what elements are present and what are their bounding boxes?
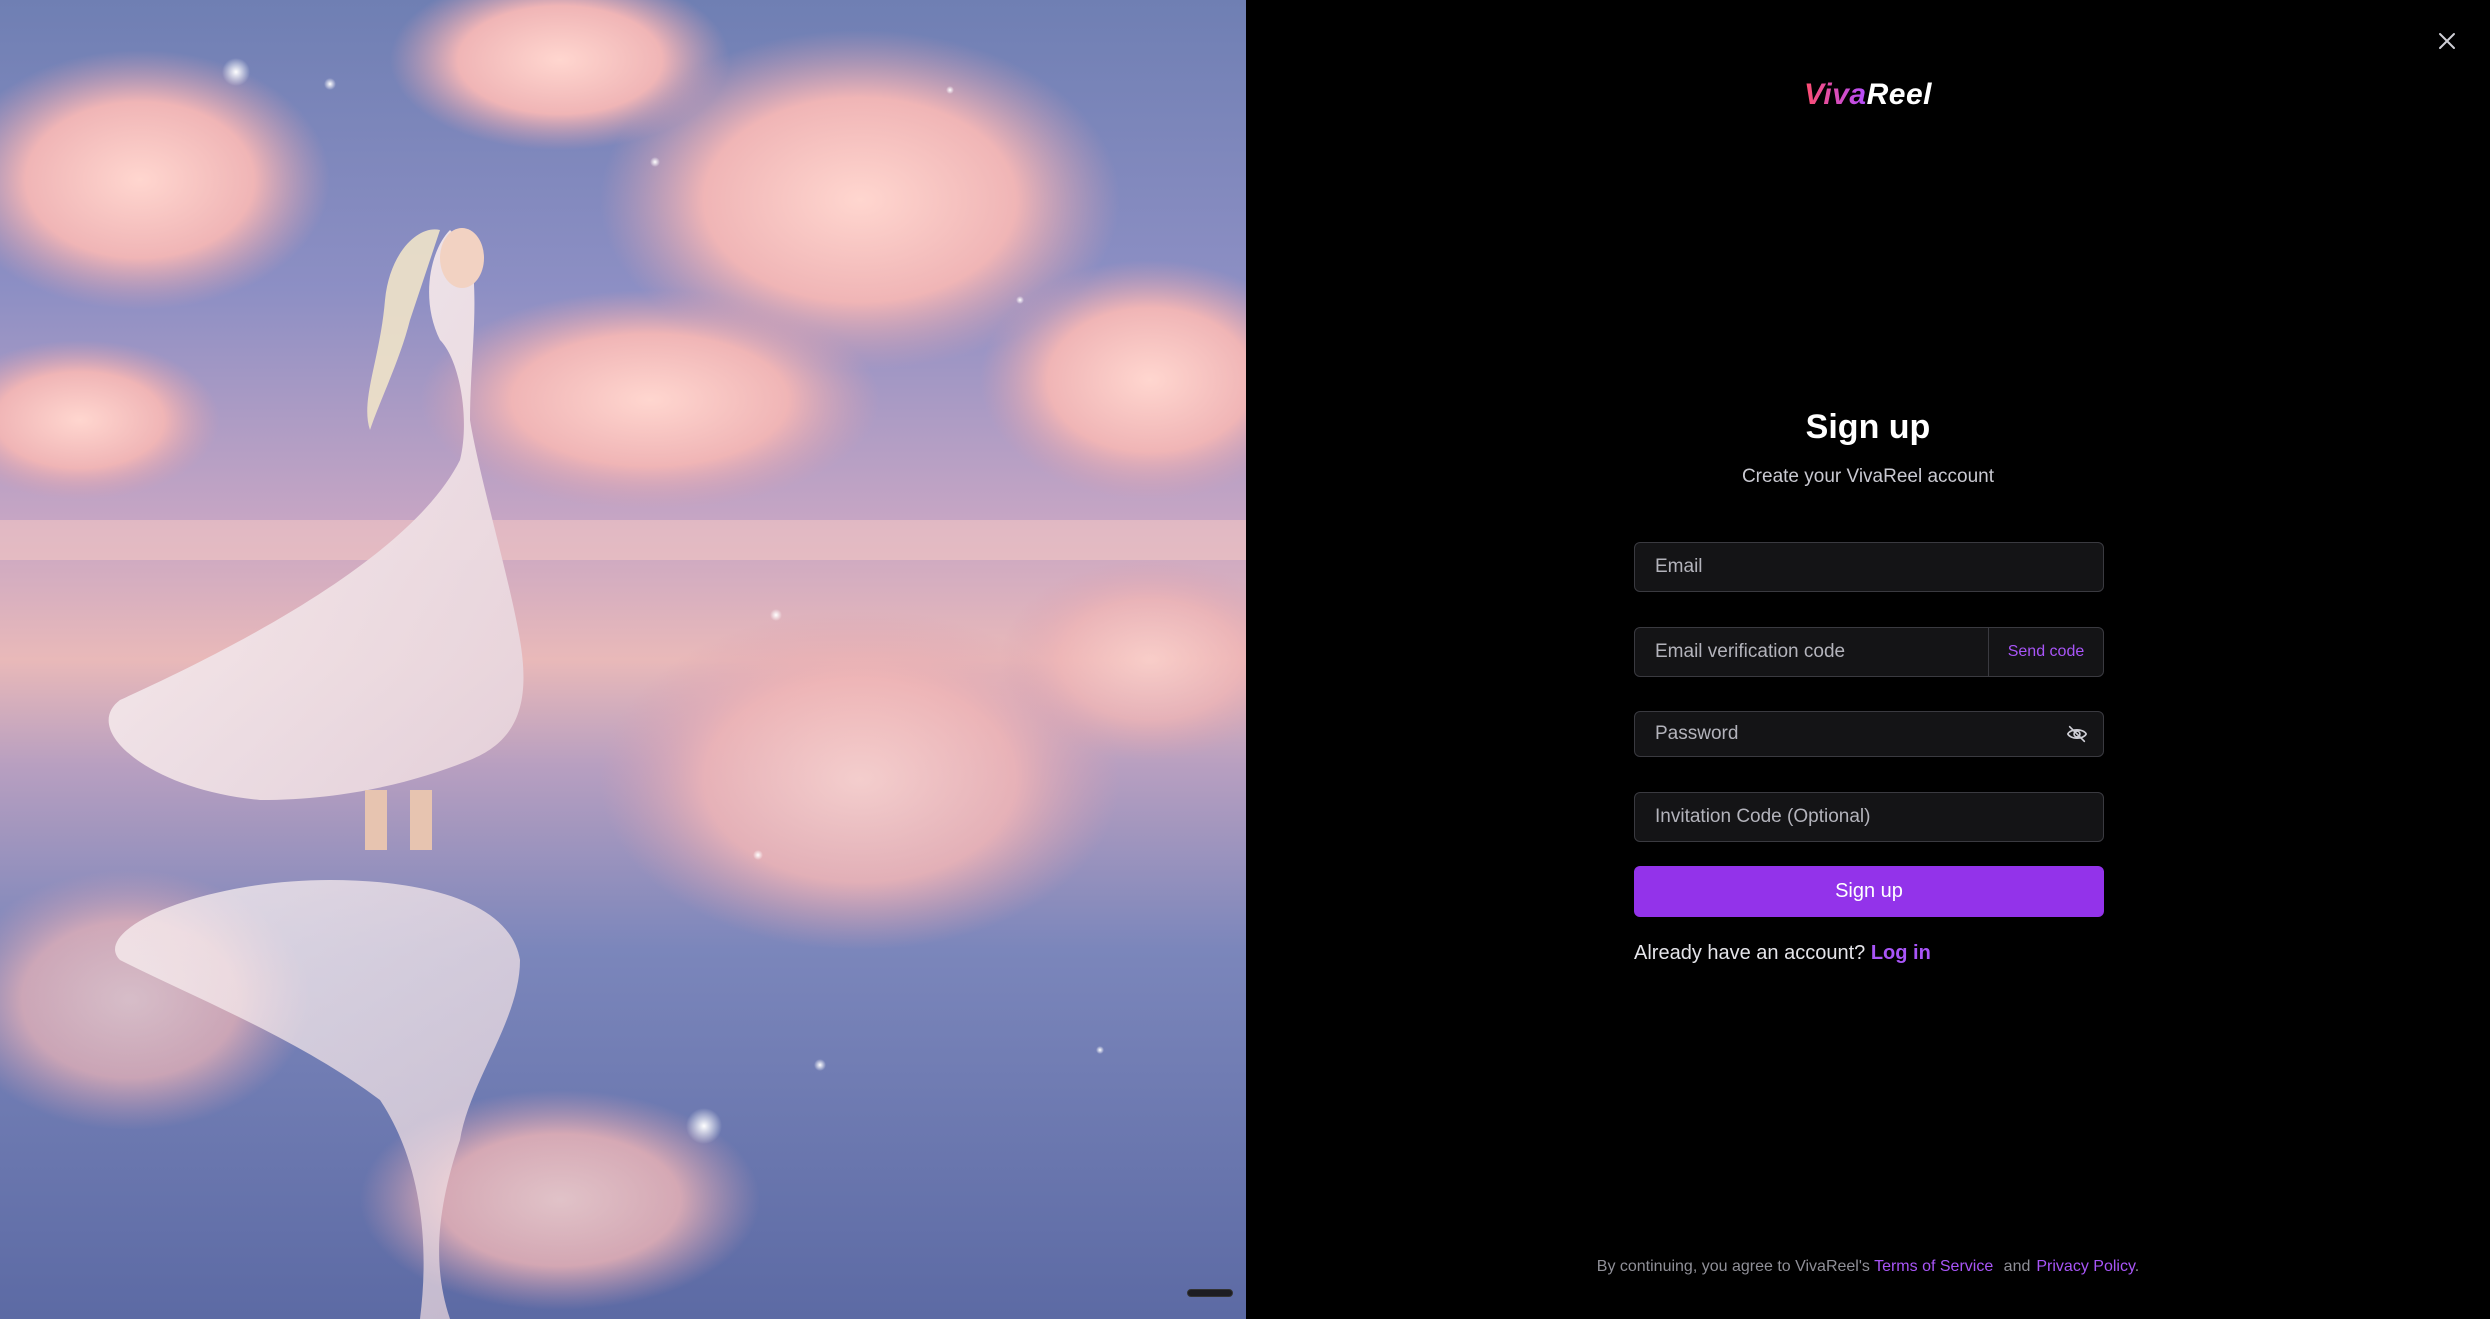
close-button[interactable] [2434,28,2460,54]
password-visibility-toggle[interactable] [2051,712,2103,756]
close-icon [2439,33,2455,49]
verification-code-field: Send code [1634,627,2104,677]
legal-notice: By continuing, you agree to VivaReel's T… [1246,1258,2490,1276]
page-title: Sign up [1805,408,1931,446]
legal-and: and [2003,1258,2031,1275]
verification-code-input[interactable] [1635,628,1988,676]
login-link[interactable]: Log in [1871,942,1931,964]
password-input[interactable] [1635,712,2051,756]
brand-logo: VivaReel [1246,78,2490,112]
email-input[interactable] [1635,543,2103,591]
email-field [1634,542,2104,592]
invitation-code-input[interactable] [1635,793,2103,841]
privacy-policy-link[interactable]: Privacy Policy [2036,1258,2134,1275]
send-code-button[interactable]: Send code [1988,628,2103,676]
sign-up-button[interactable]: Sign up [1634,866,2104,917]
hero-illustration [0,0,1246,1319]
legal-prefix: By continuing, you agree to VivaReel's [1596,1258,1870,1275]
logo-text-viva: Viva [1804,78,1867,111]
hero-scroll-indicator[interactable] [1187,1289,1233,1297]
signup-panel: VivaReel Sign up Create your VivaReel ac… [1246,0,2490,1319]
invitation-code-field [1634,792,2104,842]
terms-of-service-link[interactable]: Terms of Service [1874,1258,1993,1275]
page-subtitle: Create your VivaReel account [1741,466,1995,487]
login-prompt: Already have an account? Log in [1634,942,1931,965]
legal-suffix: . [2134,1258,2140,1275]
eye-off-icon [2066,725,2088,743]
login-prompt-text: Already have an account? [1634,942,1866,964]
password-field [1634,711,2104,757]
logo-text-reel: Reel [1866,78,1932,111]
hero-image [0,0,1246,1319]
signup-page: VivaReel Sign up Create your VivaReel ac… [0,0,2490,1319]
